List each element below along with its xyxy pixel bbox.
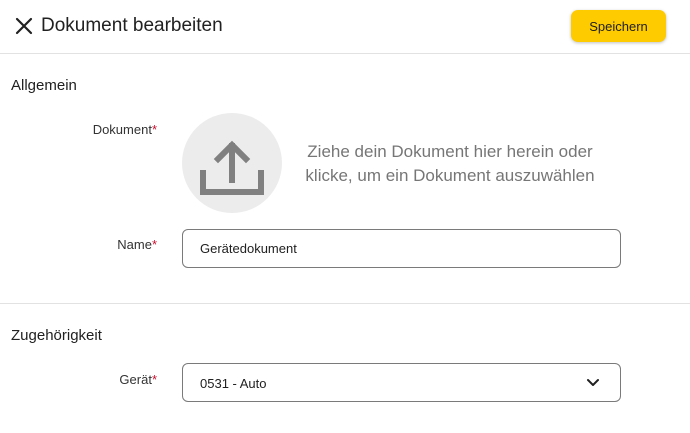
upload-instructions-line-1: Ziehe dein Dokument hier herein oder [307,142,593,161]
close-icon [15,17,33,35]
section-title-general: Allgemein [11,77,77,94]
upload-instructions[interactable]: Ziehe dein Dokument hier herein oder kli… [290,140,610,188]
section-divider [0,303,690,304]
upload-icon [200,140,264,195]
device-label: Gerät* [119,372,157,387]
section-title-association: Zugehörigkeit [11,327,102,344]
document-label: Dokument* [92,122,157,137]
header: Dokument bearbeiten Speichern [0,0,690,54]
required-mark: * [151,372,157,387]
name-input[interactable] [182,229,621,268]
upload-instructions-line-2: klicke, um ein Dokument auszuwählen [305,166,595,185]
chevron-down-icon [587,379,599,386]
save-button[interactable]: Speichern [571,10,666,42]
device-select[interactable]: 0531 - Auto [182,363,621,402]
name-label: Name* [117,237,157,252]
device-select-value: 0531 - Auto [200,376,267,391]
close-button[interactable] [14,16,34,36]
page-title: Dokument bearbeiten [41,15,223,36]
upload-dropzone[interactable] [182,113,282,213]
required-mark: * [151,237,157,252]
required-mark: * [151,122,157,137]
